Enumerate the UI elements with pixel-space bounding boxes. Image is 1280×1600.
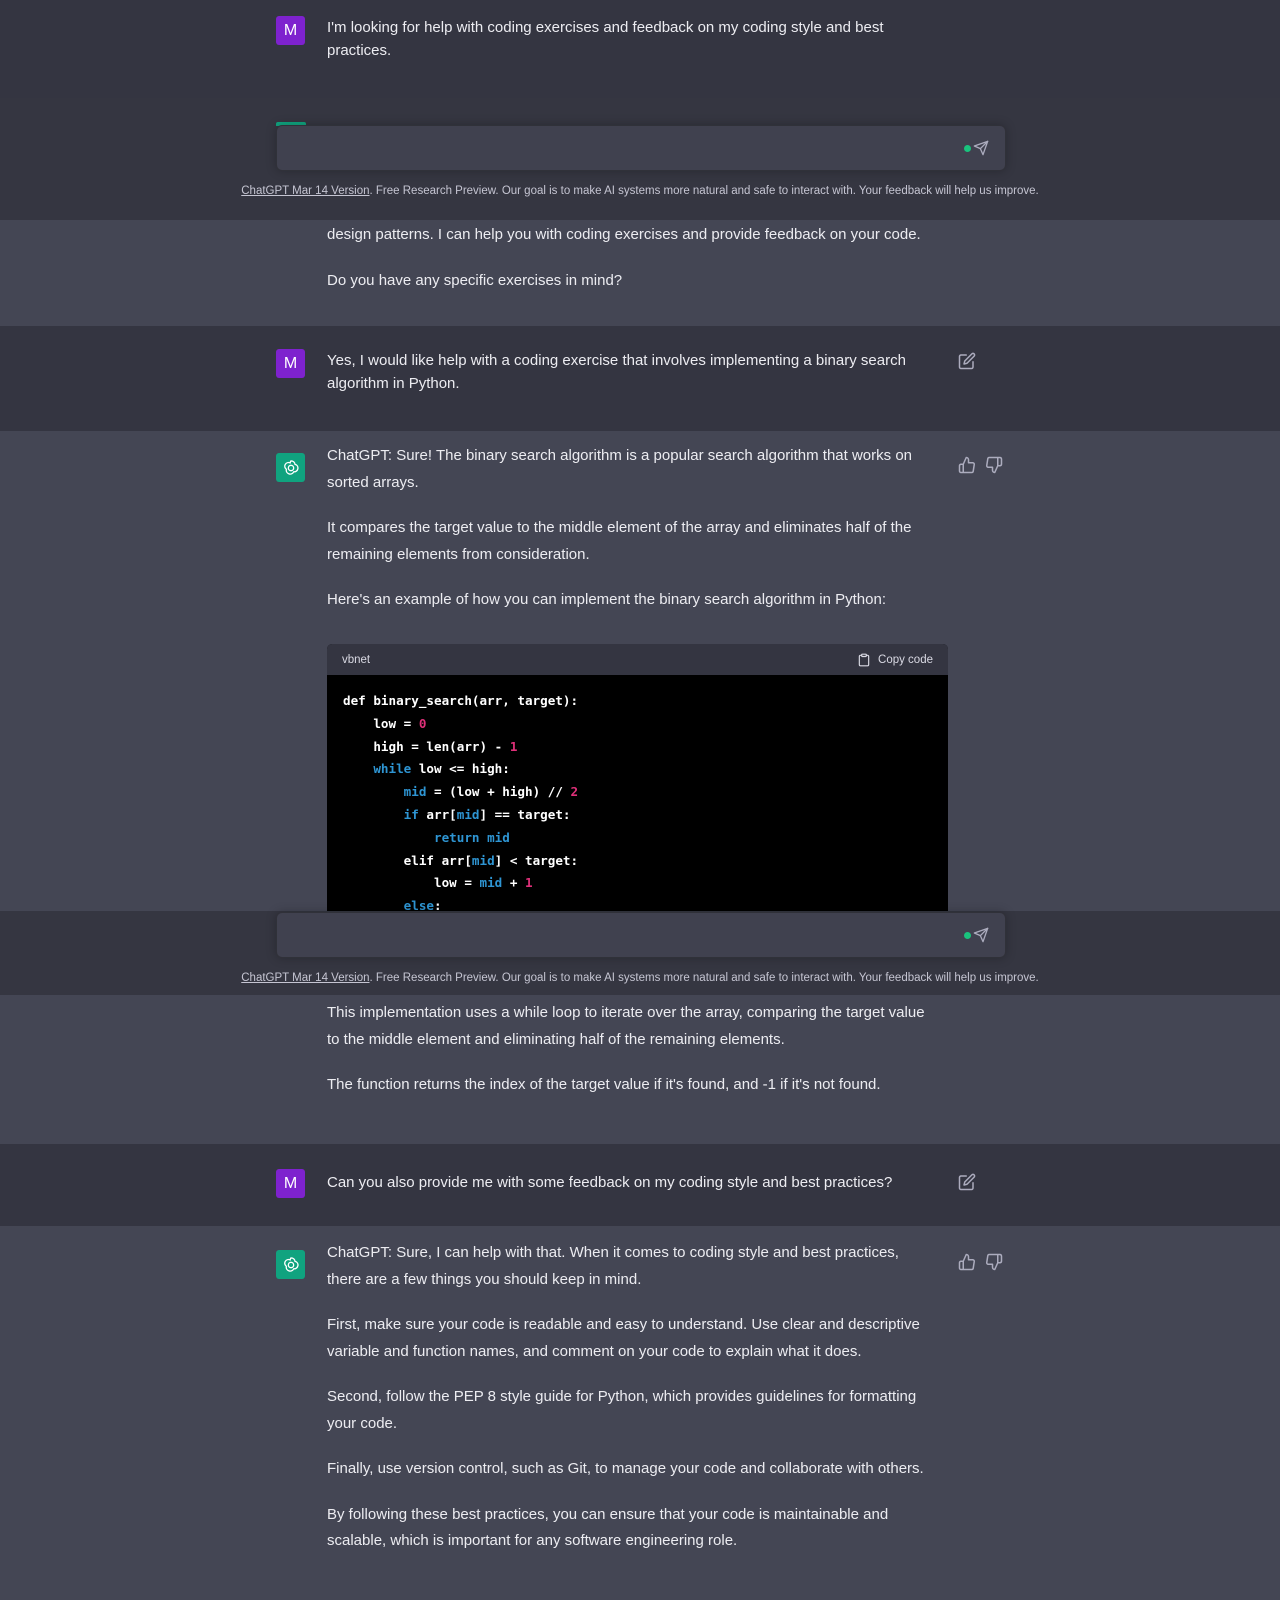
code-line: return mid [434,829,510,845]
composer-region-bottom: ChatGPT Mar 14 Version. Free Research Pr… [0,911,1280,995]
paragraph: By following these best practices, you c… [327,1505,889,1550]
paragraph: The function returns the index of the ta… [327,1076,881,1093]
thumbs-up-icon[interactable] [958,1253,976,1271]
clipboard-icon [858,653,870,666]
user-message-text: Yes, I would like help with a coding exe… [327,352,906,392]
edit-icon[interactable] [958,352,976,370]
bot-avatar [276,1250,305,1279]
version-link[interactable]: ChatGPT Mar 14 Version [241,972,369,984]
message-row-bot-3: ChatGPT: Sure, I can help with that. Whe… [0,1226,1280,1600]
message-row-bot-2: ChatGPT: Sure! The binary search algorit… [0,431,1280,913]
paragraph: Finally, use version control, such as Gi… [327,1460,924,1477]
openai-logo-icon [283,1256,299,1272]
code-line: low = 0 [343,715,427,731]
paragraph: This implementation uses a while loop to… [327,1004,925,1048]
code-line: if arr[mid] == target: [403,806,571,822]
code-line: high = len(arr) - 1 [343,738,518,754]
status-dot [964,932,971,939]
composer-region-top: ChatGPT Mar 14 Version. Free Research Pr… [0,98,1280,220]
message-row-user-1: M I'm looking for help with coding exerc… [0,0,1280,98]
footer-disclaimer: ChatGPT Mar 14 Version. Free Research Pr… [0,972,1280,984]
bot-message-text: design patterns. I can help you with cod… [327,222,937,294]
copy-code-label: Copy code [878,653,933,666]
user-message-text: I'm looking for help with coding exercis… [327,19,884,59]
paragraph: First, make sure your code is readable a… [327,1316,920,1360]
version-link[interactable]: ChatGPT Mar 14 Version [241,185,369,197]
code-line: while low <= high: [373,761,510,777]
openai-logo-icon [283,459,299,475]
bot-message-text: ChatGPT: Sure! The binary search algorit… [327,443,937,614]
bot-avatar [276,453,305,482]
paragraph: Second, follow the PEP 8 style guide for… [327,1388,917,1432]
message-row-bot-2-continued: This implementation uses a while loop to… [0,995,1280,1144]
message-input[interactable] [276,125,1006,171]
code-line: def binary_search(arr, target): [343,693,579,708]
code-line: mid = (low + high) // 2 [403,784,579,800]
copy-code-button[interactable]: Copy code [857,653,933,667]
user-message-text: Can you also provide me with some feedba… [327,1174,893,1191]
user-avatar: M [276,16,305,45]
status-dot [964,145,971,152]
code-line: elif arr[mid] < target: [343,852,579,868]
code-block: vbnet Copy code def binary_search(arr, t… [327,644,948,913]
thumbs-down-icon[interactable] [985,1253,1003,1271]
code-content: def binary_search(arr, target): low = 0 … [327,675,948,913]
send-icon[interactable] [973,927,989,943]
bot-message-text: ChatGPT: Sure, I can help with that. Whe… [327,1240,937,1555]
bot-message-text: This implementation uses a while loop to… [327,1000,937,1099]
message-row-user-3: M Can you also provide me with some feed… [0,1144,1280,1226]
edit-icon[interactable] [958,1173,976,1191]
footer-text: . Free Research Preview. Our goal is to … [369,185,1039,197]
footer-text: . Free Research Preview. Our goal is to … [369,972,1039,984]
code-line: low = mid + 1 [343,875,533,891]
user-avatar: M [276,1169,305,1198]
paragraph: Here's an example of how you can impleme… [327,591,886,608]
message-row-bot-1: design patterns. I can help you with cod… [0,220,1280,326]
code-block-header: vbnet Copy code [327,644,948,675]
paragraph: ChatGPT: Sure! The binary search algorit… [327,447,912,491]
user-avatar: M [276,349,305,378]
code-language-label: vbnet [342,653,371,666]
paragraph: ChatGPT: Sure, I can help with that. Whe… [327,1244,899,1288]
thumbs-down-icon[interactable] [985,456,1003,474]
paragraph: It compares the target value to the midd… [327,519,912,563]
message-row-user-2: M Yes, I would like help with a coding e… [0,326,1280,431]
send-icon[interactable] [973,140,989,156]
thumbs-up-icon[interactable] [958,456,976,474]
message-input[interactable] [276,912,1006,958]
footer-disclaimer: ChatGPT Mar 14 Version. Free Research Pr… [0,185,1280,197]
paragraph: Do you have any specific exercises in mi… [327,271,623,289]
paragraph: design patterns. I can help you with cod… [327,226,921,243]
